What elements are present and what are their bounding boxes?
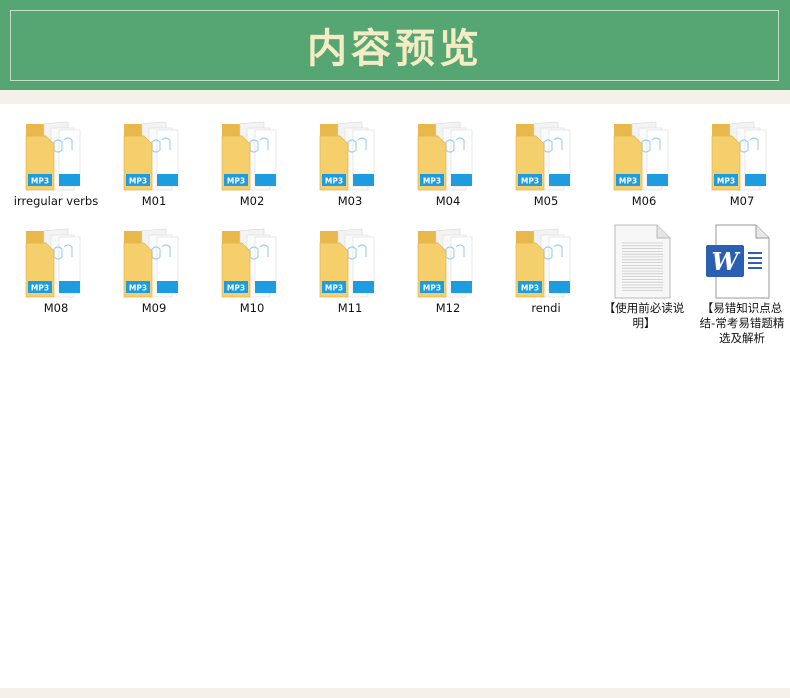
- svg-text:MP3: MP3: [521, 177, 539, 186]
- svg-text:W: W: [712, 247, 741, 276]
- file-item[interactable]: MP3 M07: [696, 114, 788, 209]
- svg-text:MP3: MP3: [325, 284, 343, 293]
- page-title: 内容预览: [307, 25, 483, 72]
- file-name: 【使用前必读说明】: [603, 301, 685, 330]
- file-item[interactable]: MP3 M04: [402, 114, 494, 209]
- svg-text:MP3: MP3: [521, 284, 539, 293]
- svg-text:MP3: MP3: [717, 177, 735, 186]
- folder-mp3-icon: MP3: [598, 114, 690, 194]
- svg-text:MP3: MP3: [31, 177, 49, 186]
- file-item[interactable]: MP3 M09: [108, 221, 200, 316]
- svg-text:MP3: MP3: [423, 284, 441, 293]
- file-name: M02: [239, 194, 265, 208]
- folder-mp3-icon: MP3: [206, 114, 298, 194]
- file-grid: MP3 irregular verbs MP3 M01 MP3 M02 MP3 …: [0, 104, 790, 688]
- folder-mp3-icon: MP3: [402, 114, 494, 194]
- file-name: 【易错知识点总结-常考易错题精选及解析: [699, 301, 785, 345]
- svg-text:MP3: MP3: [227, 177, 245, 186]
- file-item[interactable]: MP3 M10: [206, 221, 298, 316]
- file-name: M11: [337, 301, 363, 315]
- svg-text:MP3: MP3: [227, 284, 245, 293]
- file-item[interactable]: MP3 M03: [304, 114, 396, 209]
- file-item[interactable]: MP3 M02: [206, 114, 298, 209]
- file-name: irregular verbs: [13, 194, 99, 208]
- folder-mp3-icon: MP3: [108, 114, 200, 194]
- file-item[interactable]: 【使用前必读说明】: [598, 221, 690, 331]
- file-name: M12: [435, 301, 461, 315]
- file-name: M10: [239, 301, 265, 315]
- file-name: M03: [337, 194, 363, 208]
- header-banner: 内容预览: [0, 0, 790, 90]
- svg-text:MP3: MP3: [129, 284, 147, 293]
- file-name: M06: [631, 194, 657, 208]
- folder-mp3-icon: MP3: [500, 114, 592, 194]
- folder-mp3-icon: MP3: [108, 221, 200, 301]
- folder-mp3-icon: MP3: [402, 221, 494, 301]
- svg-text:MP3: MP3: [325, 177, 343, 186]
- file-item[interactable]: MP3 M12: [402, 221, 494, 316]
- svg-text:MP3: MP3: [31, 284, 49, 293]
- file-item[interactable]: MP3 M06: [598, 114, 690, 209]
- folder-mp3-icon: MP3: [304, 114, 396, 194]
- file-item[interactable]: MP3 M05: [500, 114, 592, 209]
- file-item[interactable]: W 【易错知识点总结-常考易错题精选及解析: [696, 221, 788, 346]
- file-name: M09: [141, 301, 167, 315]
- file-item[interactable]: MP3 rendi: [500, 221, 592, 316]
- file-name: M01: [141, 194, 167, 208]
- folder-mp3-icon: MP3: [696, 114, 788, 194]
- file-item[interactable]: MP3 irregular verbs: [10, 114, 102, 209]
- file-item[interactable]: MP3 M01: [108, 114, 200, 209]
- file-item[interactable]: MP3 M08: [10, 221, 102, 316]
- svg-text:MP3: MP3: [129, 177, 147, 186]
- folder-mp3-icon: MP3: [304, 221, 396, 301]
- folder-mp3-icon: MP3: [206, 221, 298, 301]
- svg-text:MP3: MP3: [423, 177, 441, 186]
- word-document-icon: W: [696, 221, 788, 301]
- folder-mp3-icon: MP3: [500, 221, 592, 301]
- file-name: rendi: [531, 301, 561, 315]
- folder-mp3-icon: MP3: [10, 221, 102, 301]
- file-item[interactable]: MP3 M11: [304, 221, 396, 316]
- file-name: M04: [435, 194, 461, 208]
- file-name: M07: [729, 194, 755, 208]
- text-document-icon: [598, 221, 690, 301]
- file-name: M05: [533, 194, 559, 208]
- file-name: M08: [43, 301, 69, 315]
- folder-mp3-icon: MP3: [10, 114, 102, 194]
- svg-text:MP3: MP3: [619, 177, 637, 186]
